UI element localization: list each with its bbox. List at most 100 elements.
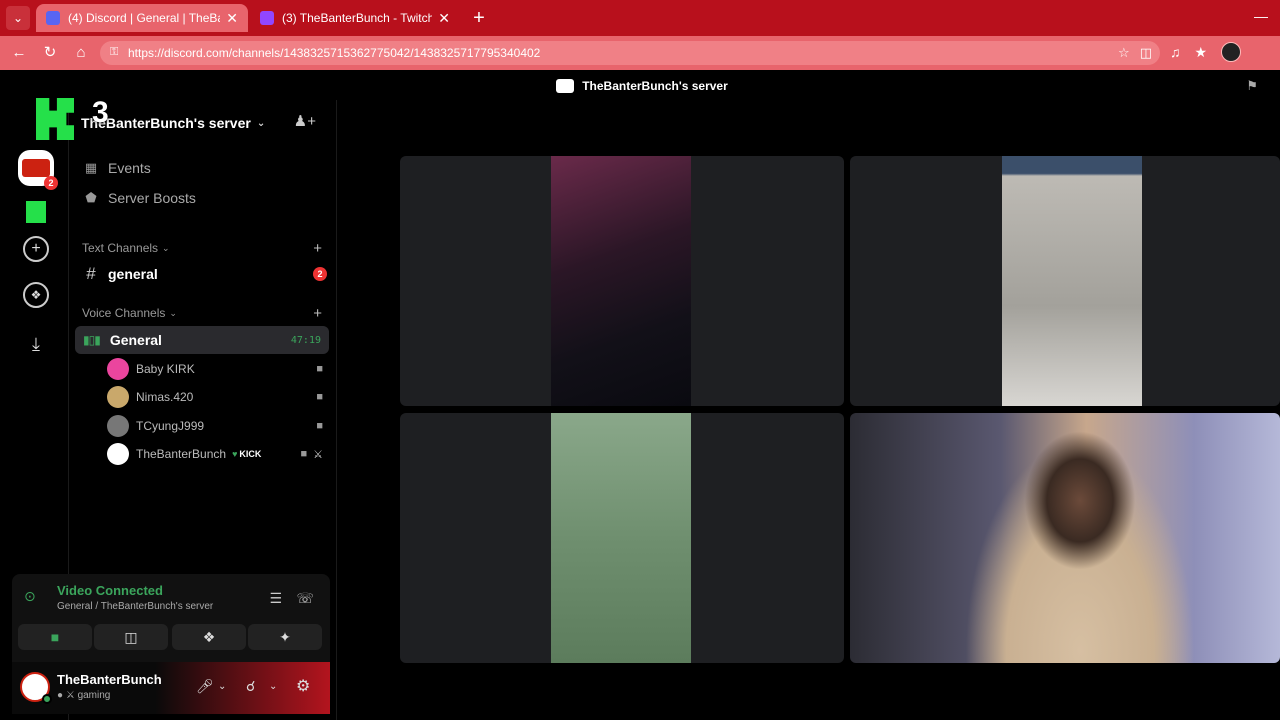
noise-suppression-icon[interactable]: ☰ [269,590,282,607]
lock-icon: ⚿ [110,46,119,58]
voice-member[interactable]: Baby KIRK ■ [107,357,323,381]
tab-title: (4) Discord | General | TheBan [68,11,221,25]
user-status: ● ⚔ gaming [57,690,111,701]
voice-member[interactable]: TCyungJ999 ■ [107,414,323,438]
video-feed [551,156,691,406]
category-label: Text Channels [82,241,159,255]
profile-avatar-icon[interactable] [1221,42,1242,62]
tab-title: (3) TheBanterBunch - Twitch [282,11,433,25]
disconnect-icon[interactable]: ☏ [296,590,314,607]
avatar [107,386,129,408]
calendar-icon: ▦ [84,160,98,175]
hash-icon: # [86,264,96,283]
settings-gear-icon[interactable]: ⚙ [296,676,310,696]
video-tile[interactable] [850,156,1280,406]
voice-member[interactable]: TheBanterBunch ♥ KICK ■ ⚔ [107,442,323,466]
back-icon[interactable]: ← [10,44,28,62]
window-title: TheBanterBunch's server [582,79,728,93]
minimize-icon[interactable]: — [1254,8,1268,24]
server-guild-icon[interactable]: 2 [18,150,58,190]
twitch-favicon-icon [260,11,274,25]
video-tile[interactable] [400,413,844,663]
discover-compass-icon[interactable]: ❖ [23,282,49,308]
video-tile-active[interactable] [850,413,1280,663]
sidebar-item-label: Server Boosts [108,190,196,206]
screen-share-button[interactable]: ◫ [94,624,168,650]
discord-favicon-icon [46,11,60,25]
kick-overlay-number: 3 [92,96,109,129]
invite-people-icon[interactable]: ♟+ [294,112,316,130]
category-text-channels[interactable]: Text Channels ⌄ + [82,240,322,257]
inbox-flag-icon[interactable]: ⚑ [1246,78,1258,94]
url-text: https://discord.com/channels/14383257153… [128,46,541,60]
favorites-icon[interactable]: ★ [1195,44,1208,61]
chevron-down-icon[interactable]: ⌄ [269,681,277,692]
video-feed [1002,156,1142,406]
chevron-down-icon: ⌄ [162,242,170,253]
channel-name: general [108,266,158,282]
video-stage [336,100,1280,720]
sidebar-item-server-boosts[interactable]: ⬟ Server Boosts [83,190,196,206]
close-tab-icon[interactable]: ✕ [226,10,238,27]
avatar [107,415,129,437]
soundboard-button[interactable]: ✦ [248,624,322,650]
signal-icon[interactable]: ⊙ [24,588,46,610]
tab-list-button[interactable]: ⌄ [6,6,30,30]
online-status-icon [42,694,52,704]
url-field[interactable]: ⚿ https://discord.com/channels/143832571… [100,41,1160,65]
username: TheBanterBunch [57,672,162,687]
video-button[interactable]: ■ [18,624,92,650]
kick-guild-icon[interactable] [18,194,54,230]
voice-location[interactable]: General / TheBanterBunch's server [57,601,213,612]
voice-channel-general[interactable]: ▮▯▮ General 47:19 [75,326,329,354]
create-channel-icon[interactable]: + [313,305,322,322]
channel-general-text[interactable]: # general 2 [83,261,329,287]
browser-tab-bar: ⌄ (4) Discord | General | TheBan ✕ (3) T… [0,0,1280,36]
new-tab-button[interactable]: + [468,6,490,30]
activities-button[interactable]: ❖ [172,624,246,650]
chevron-down-icon: ⌄ [169,307,177,318]
close-tab-icon[interactable]: ✕ [438,10,450,27]
camera-icon: ■ [316,391,323,403]
kick-tag: ♥ KICK [232,449,262,459]
voice-connected-panel: ⊙ Video Connected General / TheBanterBun… [12,574,330,662]
activities-icon: ❖ [202,628,216,645]
guild-badge: 2 [44,176,58,190]
camera-icon: ■ [316,363,323,375]
sidebar-item-events[interactable]: ▦ Events [83,160,151,176]
add-server-icon[interactable]: + [23,236,49,262]
extension-icon[interactable]: ♫ [1170,44,1181,60]
reload-icon[interactable]: ↻ [41,44,59,62]
crossed-swords-icon: ⚔ [313,448,323,461]
chevron-down-icon[interactable]: ⌄ [218,681,226,692]
unread-badge: 2 [313,267,327,281]
video-tile[interactable] [400,156,844,406]
voice-status: Video Connected [57,583,163,598]
download-icon[interactable]: ⤓ [18,326,54,362]
address-bar-row: ← ↻ ⌂ ⚿ https://discord.com/channels/143… [0,36,1280,70]
avatar [107,358,129,380]
voice-activity-icon: ▮▯▮ [83,333,101,347]
tab-discord[interactable]: (4) Discord | General | TheBan ✕ [36,4,248,32]
home-icon[interactable]: ⌂ [72,44,90,62]
headphones-icon[interactable]: ☌ [246,678,255,695]
tab-twitch[interactable]: (3) TheBanterBunch - Twitch ✕ [250,4,460,32]
create-channel-icon[interactable]: + [313,240,322,257]
camera-icon[interactable]: ◫ [1140,45,1152,61]
category-voice-channels[interactable]: Voice Channels ⌄ + [82,305,322,322]
avatar [107,443,129,465]
sidebar-item-label: Events [108,160,151,176]
server-logo-icon [556,79,575,93]
category-label: Voice Channels [82,306,166,320]
chevron-down-icon: ⌄ [256,117,266,129]
video-feed [950,413,1210,663]
extension-icons: ♫ ★ [1170,42,1242,62]
microphone-icon[interactable]: 🎤︎ [196,678,214,695]
video-camera-icon: ■ [50,629,60,645]
bookmark-star-icon[interactable]: ☆ [1118,45,1130,61]
voice-member[interactable]: Nimas.420 ■ [107,385,323,409]
member-name: Baby KIRK [136,362,195,376]
video-feed [551,413,691,663]
soundboard-icon: ✦ [279,628,291,645]
divider [336,100,337,720]
